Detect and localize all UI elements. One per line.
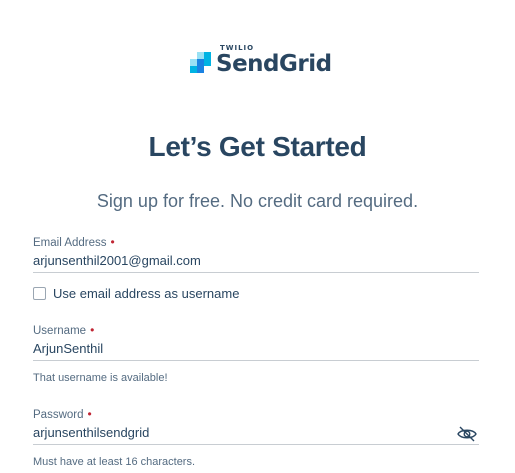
- required-marker: •: [87, 407, 92, 421]
- sendgrid-wordmark: SendGrid: [216, 51, 332, 77]
- username-label-text: Username: [33, 325, 87, 337]
- use-email-as-username-checkbox[interactable]: [33, 286, 46, 300]
- password-field-group: Password •: [33, 407, 479, 445]
- username-field-group: Username •: [33, 323, 479, 361]
- password-label-text: Password: [33, 409, 84, 421]
- username-helper-text: That username is available!: [33, 372, 168, 384]
- use-email-as-username-option[interactable]: Use email address as username: [33, 285, 239, 301]
- email-label: Email Address •: [33, 235, 479, 249]
- password-label: Password •: [33, 407, 479, 421]
- page-title: Let’s Get Started: [148, 131, 367, 162]
- email-label-text: Email Address: [33, 237, 107, 249]
- username-input[interactable]: [33, 337, 479, 361]
- use-email-as-username-label[interactable]: Use email address as username: [53, 286, 239, 301]
- username-label: Username •: [33, 323, 479, 337]
- email-input[interactable]: [33, 249, 479, 273]
- required-marker: •: [90, 323, 95, 337]
- password-input[interactable]: [33, 421, 479, 445]
- email-field-group: Email Address •: [33, 235, 479, 273]
- password-helper-text: Must have at least 16 characters.: [33, 456, 196, 468]
- eye-off-icon[interactable]: [457, 426, 477, 442]
- page-subtitle: Sign up for free. No credit card require…: [96, 191, 419, 211]
- sendgrid-logo: TWILIO SendGrid: [190, 44, 332, 78]
- sendgrid-logo-icon: [190, 52, 212, 74]
- required-marker: •: [110, 235, 115, 249]
